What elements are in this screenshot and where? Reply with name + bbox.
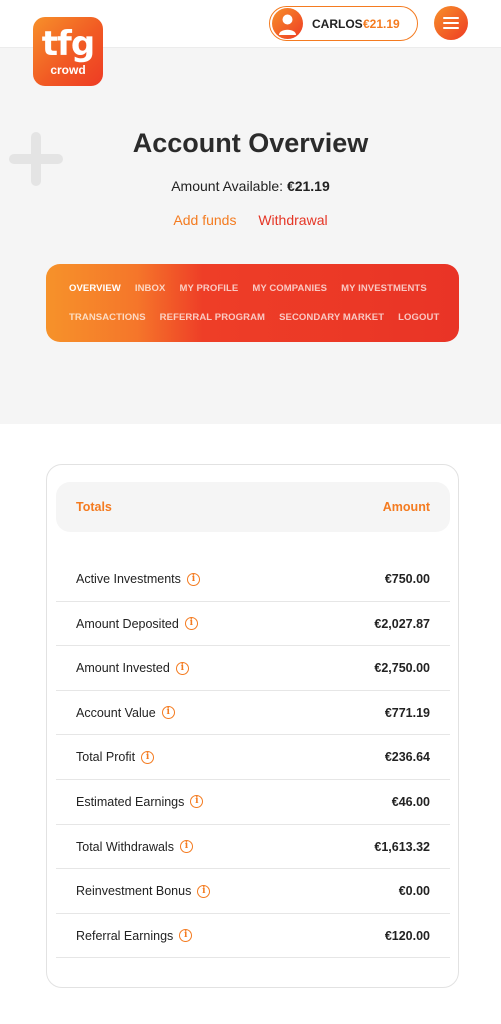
row-value: €236.64 [384,750,430,765]
info-icon[interactable]: i [179,840,193,854]
table-header: Totals Amount [56,482,450,532]
tab-secondary-market[interactable]: SECONDARY MARKET [279,312,384,323]
row-value: €1,613.32 [374,839,430,854]
hamburger-menu-icon[interactable] [434,6,468,40]
tab-inbox[interactable]: INBOX [135,283,166,294]
table-row: Total Withdrawals i €1,613.32 [56,825,450,870]
account-nav: OVERVIEW INBOX MY PROFILE MY COMPANIES M… [46,264,459,342]
info-icon[interactable]: i [190,795,204,809]
header-amount: Amount [382,500,430,514]
table-row: Amount Deposited i €2,027.87 [56,602,450,647]
amount-available: Amount Available: €21.19 [0,178,501,194]
tab-referral-program[interactable]: REFERRAL PROGRAM [160,312,265,323]
table-row: Account Value i €771.19 [56,691,450,736]
row-value: €771.19 [384,705,430,720]
table-row: Estimated Earnings i €46.00 [56,780,450,825]
row-label: Amount Invested [76,661,170,676]
row-label: Reinvestment Bonus [76,884,192,899]
user-balance: €21.19 [363,17,400,31]
row-value: €2,027.87 [374,616,430,631]
table-row: Total Profit i €236.64 [56,735,450,780]
user-avatar-icon [272,8,303,39]
totals-card: Totals Amount Active Investments i €750.0… [46,464,459,988]
header-totals: Totals [76,500,112,514]
user-account-pill[interactable]: CARLOS €21.19 [269,6,418,41]
tab-my-profile[interactable]: MY PROFILE [179,283,238,294]
info-icon[interactable]: i [179,929,193,943]
amount-available-value: €21.19 [286,178,330,194]
tab-my-companies[interactable]: MY COMPANIES [252,283,327,294]
row-value: €2,750.00 [374,661,430,676]
row-label: Estimated Earnings [76,794,185,809]
tab-logout[interactable]: LOGOUT [398,312,439,323]
logo-main-text: tfg [41,24,95,64]
tab-overview[interactable]: OVERVIEW [69,283,121,294]
info-icon[interactable]: i [161,706,175,720]
info-icon[interactable]: i [184,617,198,631]
row-label: Account Value [76,705,156,720]
table-row: Active Investments i €750.00 [56,557,450,602]
row-label: Total Withdrawals [76,839,174,854]
user-name: CARLOS [312,17,363,31]
info-icon[interactable]: i [197,884,211,898]
totals-table: Active Investments i €750.00 Amount Depos… [56,557,450,959]
row-label: Active Investments [76,572,181,586]
add-funds-link[interactable]: Add funds [173,212,236,228]
withdrawal-link[interactable]: Withdrawal [258,212,327,228]
amount-available-label: Amount Available: [171,178,284,194]
hero-section [0,48,501,424]
table-row: Reinvestment Bonus i €0.00 [56,869,450,914]
fund-actions: Add funds Withdrawal [0,212,501,228]
info-icon[interactable]: i [186,572,200,586]
row-value: €0.00 [398,884,430,899]
table-row: Referral Earnings i €120.00 [56,914,450,959]
table-row: Amount Invested i €2,750.00 [56,646,450,691]
tab-my-investments[interactable]: MY INVESTMENTS [341,283,427,294]
row-label: Amount Deposited [76,616,179,631]
row-value: €120.00 [384,928,430,943]
tab-transactions[interactable]: TRANSACTIONS [69,312,146,323]
row-value: €46.00 [391,794,430,809]
page-title: Account Overview [132,128,369,158]
row-label: Total Profit [76,750,136,765]
row-value: €750.00 [384,572,430,586]
nav-row-2: TRANSACTIONS REFERRAL PROGRAM SECONDARY … [69,312,439,323]
tfg-crowd-logo[interactable]: tfg crowd [33,17,103,86]
info-icon[interactable]: i [175,661,189,675]
row-label: Referral Earnings [76,928,174,943]
info-icon[interactable]: i [141,750,155,764]
logo-sub-text: crowd [50,63,86,77]
nav-row-1: OVERVIEW INBOX MY PROFILE MY COMPANIES M… [69,283,427,294]
